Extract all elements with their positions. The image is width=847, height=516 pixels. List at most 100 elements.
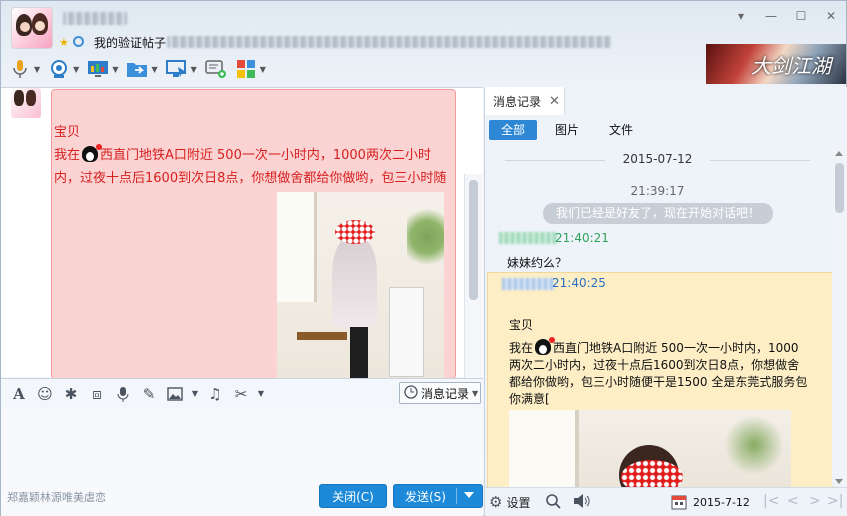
message-add-icon [205,58,227,80]
camera-icon [48,58,70,80]
history-sender-blurred [499,232,557,244]
chevron-down-icon: ▼ [472,388,479,398]
settings-button[interactable]: ⚙ 设置 [489,493,530,511]
sender-avatar[interactable] [11,88,41,118]
qzone-icon[interactable] [73,36,84,47]
chevron-down-icon[interactable]: ▼ [112,65,118,74]
prev-page-icon[interactable]: < [787,493,799,509]
last-page-icon[interactable]: >| [827,493,843,509]
system-message: 我们已经是好友了，现在开始对话吧！ [543,203,773,224]
remote-desktop-button[interactable]: ▼ [164,55,199,83]
history-msg2-body: 西直门地铁A口附近 500一次一小时内，1000两次二小时内，过夜十点后1600… [509,341,808,406]
image-icon[interactable] [165,384,185,404]
history-label: 消息记录 [421,386,470,401]
banner-text: 大剑江湖 [751,54,831,78]
history-footer-date: 2015-7-12 [693,496,750,509]
history-filters: 全部 图片 文件 [489,120,645,140]
send-options-chevron-icon[interactable] [464,492,474,498]
settings-label: 设置 [506,495,531,510]
message-photo[interactable] [277,192,444,378]
qq-penguin-emoji-icon [82,144,103,162]
maximize-button[interactable]: ☐ [794,9,808,23]
minimize-button[interactable]: — [764,9,778,23]
chevron-down-icon[interactable]: ▼ [73,65,79,74]
chat-window: ★ 我的验证帖子 ▾ — ☐ ✕ 大剑江湖 ▼ ▼ ▼ ▼ ▼ ▼ 宝贝 我在 … [0,0,847,516]
music-icon[interactable]: ♫ [205,384,225,404]
close-window-button[interactable]: ✕ [824,9,838,23]
gear-icon: ⚙ [489,493,503,511]
history-msg2-time: 21:40:25 [552,276,606,290]
chevron-down-icon[interactable]: ▼ [191,65,197,74]
voice-icon[interactable] [113,384,133,404]
mic-icon [9,58,31,80]
screen-share-icon [87,58,109,80]
remote-desktop-icon [165,58,188,80]
first-page-icon[interactable]: |< [763,493,779,509]
qq-penguin-emoji-icon [535,337,556,355]
chevron-down-icon[interactable]: ▼ [191,384,199,404]
apps-button[interactable]: ▼ [233,55,268,83]
message-prefix: 我在 [54,148,81,163]
apps-icon [235,58,257,80]
voice-call-button[interactable]: ▼ [7,55,42,83]
chevron-down-icon[interactable]: ▼ [257,384,265,404]
filter-all[interactable]: 全部 [489,120,538,140]
star-icon: ★ [59,36,69,49]
history-msg1-time: 21:40:21 [555,231,609,245]
message-history-button[interactable]: 消息记录 ▼ [399,382,481,404]
close-icon[interactable]: ✕ [549,94,560,109]
video-call-button[interactable]: ▼ [46,55,81,83]
ad-banner[interactable]: 大剑江湖 [706,44,846,84]
font-icon[interactable]: A [9,384,29,404]
speaker-icon[interactable] [573,493,591,512]
history-msg2-name: 宝贝 [509,318,534,332]
emoji-icon[interactable]: ☺ [35,384,55,404]
sender-name: 宝贝 [54,125,81,140]
history-msg2-prefix: 我在 [509,341,534,355]
folder-icon [126,58,148,80]
send-button[interactable]: 发送(S) [393,484,483,508]
history-scrollbar[interactable] [832,149,847,486]
menu-dropdown-icon[interactable]: ▾ [734,9,748,23]
signature-blurred [167,36,611,48]
history-panel: 消息记录 ✕ 全部 图片 文件 2015-07-12 21:39:17 我们已经是… [484,87,847,516]
screenshot-icon[interactable]: ⧈ [87,384,107,404]
add-message-button[interactable] [203,55,229,83]
chat-message-area[interactable]: 宝贝 我在 西直门地铁A口附近 500一次一小时内，1000两次二小时内，过夜十点… [1,87,483,464]
search-icon[interactable] [545,493,561,512]
clock-icon [404,384,418,402]
send-label: 发送(S) [405,489,446,504]
scroll-down-icon [835,479,843,484]
chevron-down-icon[interactable]: ▼ [260,65,266,74]
history-sender-blurred [502,278,554,290]
scissors-icon[interactable]: ✂ [231,384,251,404]
message-bubble[interactable]: 宝贝 我在 西直门地铁A口附近 500一次一小时内，1000两次二小时内，过夜十点… [51,89,456,379]
history-footer: ⚙ 设置 2015-7-12 |< < > >| [485,487,847,516]
scroll-up-icon [835,151,843,156]
system-time: 21:39:17 [630,184,685,198]
chevron-down-icon[interactable]: ▼ [34,65,40,74]
contact-nickname-blurred [63,12,127,25]
screen-share-button[interactable]: ▼ [85,55,120,83]
shake-icon[interactable]: ✱ [61,384,81,404]
history-tab[interactable]: 消息记录 ✕ [485,87,565,115]
history-msg1-text: 妹妹约么？ [507,256,568,270]
file-transfer-button[interactable]: ▼ [124,55,159,83]
main-toolbar: ▼ ▼ ▼ ▼ ▼ ▼ [7,54,268,84]
filter-images[interactable]: 图片 [543,120,591,140]
close-button[interactable]: 关闭(C) [319,484,387,508]
edit-icon[interactable]: ✎ [139,384,159,404]
filter-files[interactable]: 文件 [597,120,645,140]
contact-signature: 我的验证帖子 [94,36,167,50]
next-page-icon[interactable]: > [809,493,821,509]
ad-text-link[interactable]: 郑嘉颖林源唯美虐恋 [7,489,106,505]
history-msg2[interactable]: 21:40:25 宝贝 我在 西直门地铁A口附近 500一次一小时内，1000两次… [487,272,833,516]
chevron-down-icon[interactable]: ▼ [151,65,157,74]
history-msg2-text: 我在 西直门地铁A口附近 500一次一小时内，1000两次二小时内，过夜十点后16… [509,337,809,408]
message-text: 我在 西直门地铁A口附近 500一次一小时内，1000两次二小时内，过夜十点后16… [54,144,452,190]
contact-avatar[interactable] [11,7,53,49]
message-body: 西直门地铁A口附近 500一次一小时内，1000两次二小时内，过夜十点后1600… [54,148,447,186]
calendar-icon[interactable] [671,494,687,513]
date-separator: 2015-07-12 [485,152,830,166]
history-tab-label: 消息记录 [493,94,542,109]
